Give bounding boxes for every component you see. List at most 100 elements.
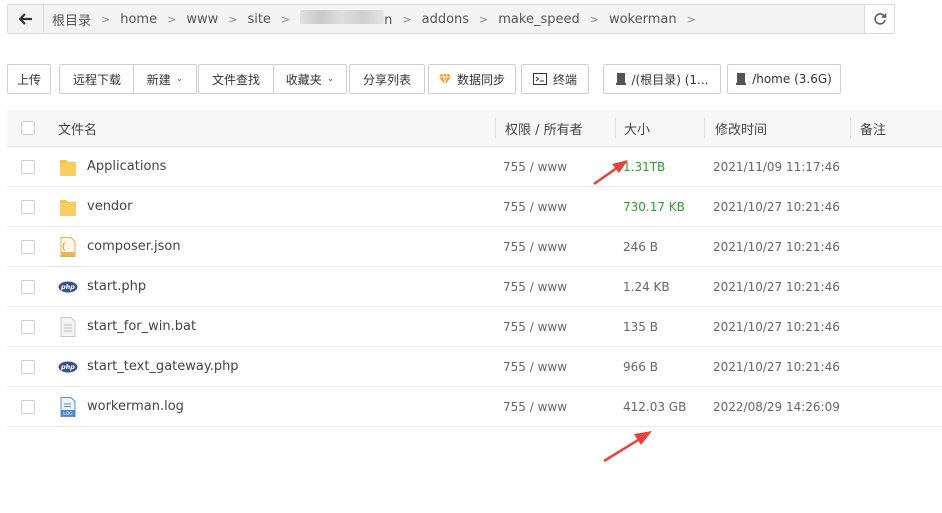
file-mtime: 2021/10/27 10:21:46 [713,319,840,334]
chevron-down-icon: ⌄ [175,74,184,84]
table-row[interactable]: vendor 755 / www 730.17 KB 2021/10/27 10… [7,187,942,227]
new-label: 新建 [146,72,171,87]
terminal-button[interactable]: 终端 [521,64,589,94]
file-size[interactable]: 966 B [623,347,658,386]
terminal-icon [532,73,547,85]
disk-icon [615,73,626,85]
file-permission[interactable]: 755 / www [503,387,567,426]
chevron-right-icon: > [402,12,412,26]
favorites-label: 收藏夹 [285,72,322,87]
table-row[interactable]: php start.php 755 / www 1.24 KB 2021/10/… [7,267,942,307]
row-checkbox[interactable] [21,239,35,254]
disk-root-button[interactable]: /(根目录) (1... [603,64,721,94]
diamond-icon [438,73,451,85]
refresh-button[interactable] [864,5,894,33]
breadcrumb-www[interactable]: www [186,12,218,27]
upload-button[interactable]: 上传 [7,64,51,94]
json-file-icon [57,236,79,257]
column-divider[interactable] [495,118,496,138]
header-size[interactable]: 大小 [624,110,650,146]
breadcrumb-addons[interactable]: addons [422,12,469,27]
upload-label: 上传 [16,72,41,87]
file-permission[interactable]: 755 / www [503,227,567,266]
disk-root-label: /(根目录) (1... [631,72,709,87]
file-name[interactable]: start_text_gateway.php [87,359,239,374]
annotation-arrow [603,431,652,463]
table-row[interactable]: php start_text_gateway.php 755 / www 966… [7,347,942,387]
header-note: 备注 [860,122,887,138]
file-permission[interactable]: 755 / www [503,147,567,186]
breadcrumb-make-speed[interactable]: make_speed [498,12,579,27]
header-name[interactable]: 文件名 [58,110,97,146]
file-search-button[interactable]: 文件查找 [198,64,274,94]
file-size[interactable]: 412.03 GB [623,387,686,426]
file-name[interactable]: Applications [87,159,166,174]
file-size[interactable]: 135 B [623,307,658,346]
chevron-right-icon: > [228,12,238,26]
file-table: 文件名 权限 / 所有者 大小 修改时间 备注 Applications 755… [7,110,942,427]
chevron-down-icon: ⌄ [326,74,335,84]
column-divider[interactable] [615,118,616,138]
file-mtime: 2022/08/29 14:26:09 [713,399,840,414]
row-checkbox[interactable] [21,399,35,414]
file-mtime: 2021/10/27 10:21:46 [713,359,840,374]
chevron-right-icon: > [167,12,177,26]
file-mtime: 2021/10/27 10:21:46 [713,279,840,294]
redacted-fragment: n [384,13,393,28]
disk-home-button[interactable]: /home (3.6G) [727,64,841,94]
column-divider[interactable] [704,118,705,138]
file-permission[interactable]: 755 / www [503,307,567,346]
redacted-blur [300,10,385,24]
file-size[interactable]: 1.31TB [623,147,665,186]
chevron-right-icon: > [280,12,291,26]
text-file-icon [57,316,79,337]
file-size[interactable]: 246 B [623,227,658,266]
back-button[interactable] [8,5,44,33]
breadcrumb-redacted[interactable]: n [300,10,392,28]
favorites-button[interactable]: 收藏夹 ⌄ [273,64,347,94]
breadcrumb-home[interactable]: home [120,12,157,27]
column-divider[interactable] [850,118,851,138]
file-name[interactable]: start_for_win.bat [87,319,196,334]
breadcrumb-root[interactable]: 根目录 [52,10,91,29]
new-button[interactable]: 新建 ⌄ [133,64,197,94]
select-all-cell [21,110,35,146]
table-row[interactable]: LOG workerman.log 755 / www 412.03 GB 20… [7,387,942,427]
folder-icon [57,157,79,177]
file-name[interactable]: start.php [87,279,146,294]
row-checkbox[interactable] [21,199,35,214]
file-size[interactable]: 730.17 KB [623,187,685,226]
file-name[interactable]: vendor [87,199,132,214]
remote-download-button[interactable]: 远程下载 [59,64,135,94]
chevron-right-icon: > [589,12,599,26]
breadcrumb-bar: 根目录 > home > www > site > n > addons > m… [7,4,895,34]
chevron-right-icon: > [686,12,696,26]
file-permission[interactable]: 755 / www [503,187,567,226]
breadcrumb-wokerman[interactable]: wokerman [609,12,677,27]
file-name[interactable]: composer.json [87,239,181,254]
breadcrumb-site[interactable]: site [247,12,270,27]
file-search-label: 文件查找 [211,72,260,87]
file-mtime: 2021/10/27 10:21:46 [713,199,840,214]
log-file-icon: LOG [57,396,79,417]
data-sync-button[interactable]: 数据同步 [428,64,516,94]
row-checkbox[interactable] [21,159,35,174]
row-checkbox[interactable] [21,359,35,374]
header-mtime[interactable]: 修改时间 [715,110,767,146]
refresh-icon [873,13,886,25]
php-file-icon: php [57,281,79,293]
select-all-checkbox[interactable] [21,121,35,135]
table-row[interactable]: start_for_win.bat 755 / www 135 B 2021/1… [7,307,942,347]
arrow-left-icon [18,13,32,25]
file-permission[interactable]: 755 / www [503,347,567,386]
table-row[interactable]: Applications 755 / www 1.31TB 2021/11/09… [7,147,942,187]
header-permission[interactable]: 权限 / 所有者 [505,110,583,146]
share-list-label: 分享列表 [362,72,411,87]
share-list-button[interactable]: 分享列表 [349,64,425,94]
table-row[interactable]: composer.json 755 / www 246 B 2021/10/27… [7,227,942,267]
file-size[interactable]: 1.24 KB [623,267,670,306]
file-name[interactable]: workerman.log [87,399,184,414]
row-checkbox[interactable] [21,279,35,294]
row-checkbox[interactable] [21,319,35,334]
file-permission[interactable]: 755 / www [503,267,567,306]
